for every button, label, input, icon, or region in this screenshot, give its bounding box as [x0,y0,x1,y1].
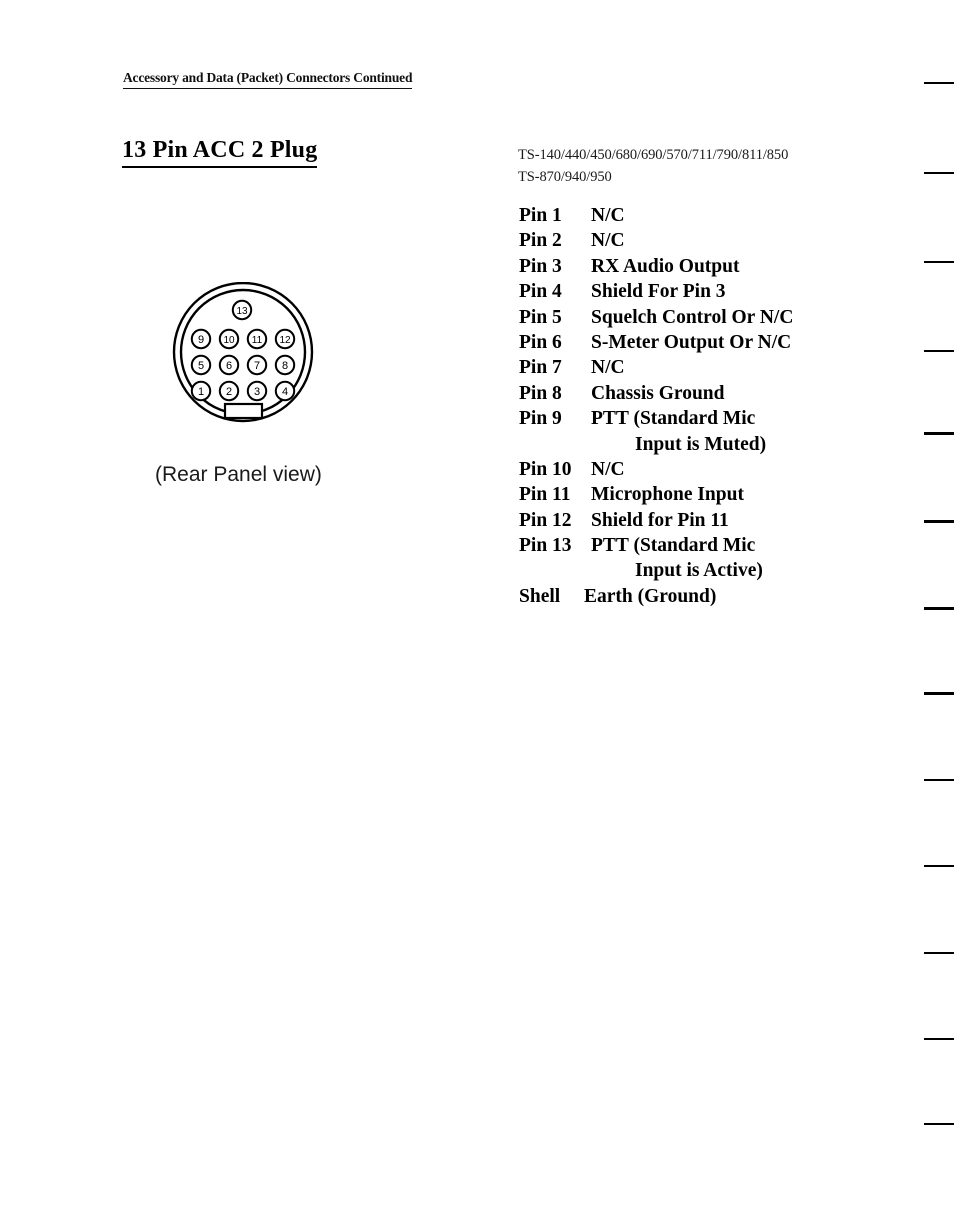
pinout-row: Pin 12 Shield for Pin 11 [519,508,793,533]
pinout-row-label: Pin 9 [519,408,562,430]
connector-pin-number: 4 [282,386,288,398]
pinout-row-label: Pin 6 [519,331,562,353]
pinout-row-label: Pin 12 [519,509,572,531]
pinout-row: Input is Muted) [519,432,793,457]
pinout-row: Pin 4 Shield For Pin 3 [519,279,793,304]
margin-tick [924,607,954,611]
pinout-row-label: Pin 5 [519,306,562,328]
pinout-row-label: Pin 13 [519,535,572,557]
connector-pin-number: 12 [279,335,291,346]
running-head: Accessory and Data (Packet) Connectors C… [123,70,412,89]
page-title: 13 Pin ACC 2 Plug [122,137,318,168]
pinout-row-value: N/C [591,458,625,480]
pinout-row-label: Pin 11 [519,484,571,506]
pinout-row-value: Earth (Ground) [584,585,717,607]
margin-tick [924,865,954,867]
pinout-row: Pin 1 N/C [519,203,793,228]
document-page: Accessory and Data (Packet) Connectors C… [0,0,954,1225]
pinout-row-value: Shield For Pin 3 [591,281,726,303]
pinout-row: Input is Active) [519,558,793,583]
model-list-line-2: TS-870/940/950 [518,169,612,185]
pinout-list: Pin 1 N/C Pin 2 N/C Pin 3 RX Audio Output Pin … [519,203,793,609]
connector-pin-number: 10 [223,335,235,346]
margin-tick [924,779,954,781]
connector-pin-number: 7 [254,360,260,372]
pinout-row-label: Pin 7 [519,357,562,379]
connector-pin-group: 139 10 11 125 6 7 81 2 3 4 [190,299,296,402]
margin-tick [924,1038,954,1040]
connector-key-notch [223,402,264,420]
pinout-row: Pin 5 Squelch Control Or N/C [519,305,793,330]
diagram-caption: (Rear Panel view) [155,463,322,486]
pinout-row: Pin 11 Microphone Input [519,482,793,507]
pinout-row: Pin 8 Chassis Ground [519,381,793,406]
model-list: TS-140/440/450/680/690/570/711/790/811/8… [518,144,788,188]
pinout-row-label: Pin 1 [519,205,562,226]
connector-pin-number: 3 [254,386,260,398]
margin-tick [924,520,954,524]
connector-pin-number: 1 [198,386,204,398]
connector-pin-number: 2 [226,386,232,398]
pinout-row-value: N/C [591,205,625,226]
pinout-row-value: Input is Active) [635,560,763,582]
pinout-row-value: PTT (Standard Mic [591,535,756,557]
connector-pin-number: 13 [236,306,248,317]
pinout-row-value: N/C [591,230,625,252]
margin-tick [924,261,954,263]
pinout-row-value: PTT (Standard Mic [591,408,756,430]
connector-pin-number: 11 [252,335,263,346]
pinout-row-label: Pin 2 [519,230,562,252]
pinout-row-label: Pin 10 [519,458,572,480]
margin-tick [924,1123,954,1125]
pinout-row: Pin 2 N/C [519,228,793,253]
connector-pin-number: 5 [198,360,204,372]
pinout-row-label: Pin 3 [519,255,562,277]
pinout-row: Pin 13 PTT (Standard Mic [519,533,793,558]
margin-tick [924,692,954,696]
pinout-row-value: Shield for Pin 11 [591,509,729,531]
pinout-row-value: Microphone Input [591,484,744,506]
connector-diagram-svg: 139 10 11 125 6 7 81 2 3 4 [172,282,314,423]
connector-pin-number: 8 [282,360,288,372]
pinout-row: Pin 10 N/C [519,457,793,482]
connector-diagram: 13 9 10 11 12 5 6 7 8 1 2 3 4 [168,282,328,442]
pinout-row-value: N/C [591,357,625,379]
pinout-row-value: Input is Muted) [635,433,767,455]
model-list-line-1: TS-140/440/450/680/690/570/711/790/811/8… [518,147,789,163]
pinout-row: Pin 3 RX Audio Output [519,254,793,279]
pinout-row: Shell Earth (Ground) [519,584,793,609]
pinout-row-value: RX Audio Output [591,255,740,277]
pinout-row-value: S-Meter Output Or N/C [591,331,792,353]
pinout-row: Pin 7 N/C [519,355,793,380]
pinout-row-label: Pin 8 [519,382,562,404]
margin-tick [924,350,954,352]
connector-pin-number: 9 [198,334,204,346]
margin-tick [924,172,954,174]
pinout-row-label: Pin 4 [519,281,562,303]
margin-tick [924,952,954,954]
pinout-row-label: Shell [519,585,561,607]
pinout-row-value: Chassis Ground [591,382,725,404]
pinout-row: Pin 6 S-Meter Output Or N/C [519,330,793,355]
margin-tick [924,432,954,436]
pinout-row-value: Squelch Control Or N/C [591,306,794,328]
connector-pin-number: 6 [226,360,232,372]
pinout-row: Pin 9 PTT (Standard Mic [519,406,793,431]
margin-tick [924,82,954,84]
